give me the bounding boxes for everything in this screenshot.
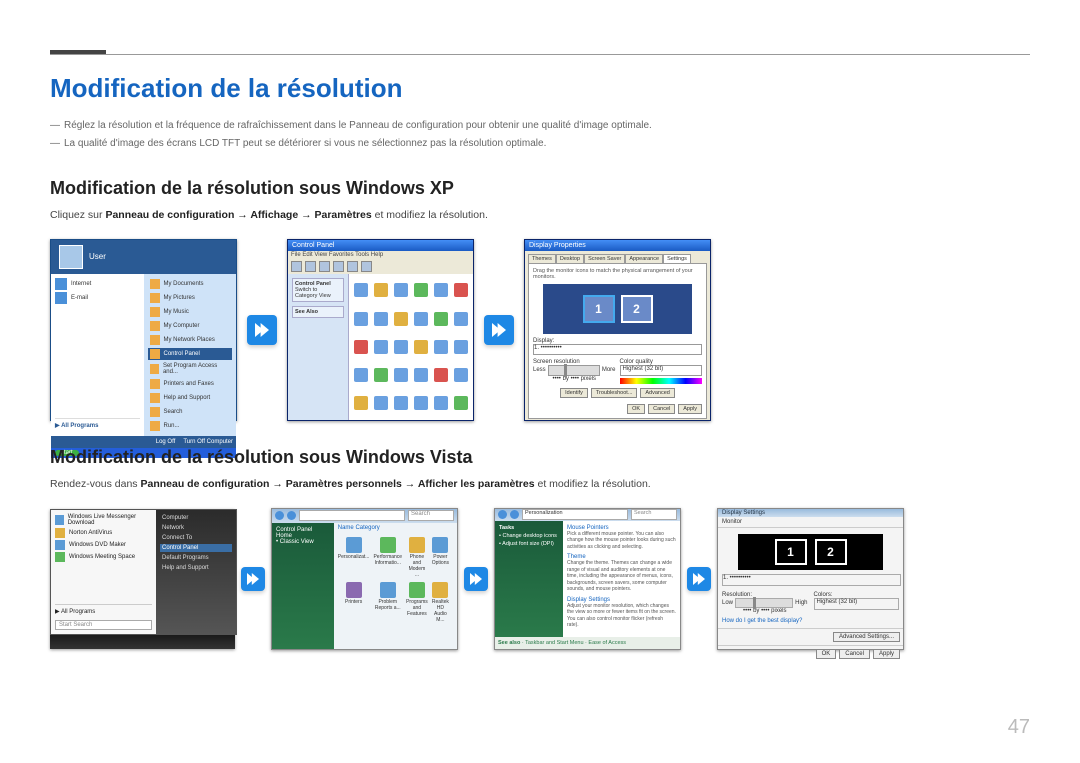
arrow-icon <box>484 315 514 345</box>
arrow-icon <box>687 567 711 591</box>
arrow-icon <box>247 315 277 345</box>
vista-heading: Modification de la résolution sous Windo… <box>50 447 1030 468</box>
page-title: Modification de la résolution <box>50 73 1030 104</box>
note-2: ―La qualité d'image des écrans LCD TFT p… <box>50 136 1030 152</box>
vista-control-panel-screenshot: Search Control Panel Home • Classic View… <box>271 508 458 650</box>
vista-personalization-screenshot: Personalization Search Tasks • Change de… <box>494 508 681 650</box>
vista-instruction: Rendez-vous dans Panneau de configuratio… <box>50 476 1030 494</box>
vista-start-menu-screenshot: Windows Live Messenger Download Norton A… <box>50 509 235 649</box>
xp-heading: Modification de la résolution sous Windo… <box>50 178 1030 199</box>
arrow-icon <box>241 567 265 591</box>
xp-instruction: Cliquez sur Panneau de configuration → A… <box>50 207 1030 225</box>
xp-display-properties-screenshot: Display Properties Themes Desktop Screen… <box>524 239 711 421</box>
vista-screenshot-row: Windows Live Messenger Download Norton A… <box>50 508 1030 650</box>
arrow-icon <box>464 567 488 591</box>
divider <box>50 54 1030 55</box>
xp-control-panel-screenshot: Control Panel File Edit View Favorites T… <box>287 239 474 421</box>
xp-start-menu-screenshot: User Internet E-mail ▶ All Programs My D… <box>50 239 237 421</box>
page-number: 47 <box>1008 716 1030 739</box>
vista-display-settings-screenshot: Display Settings Monitor 12 1. •••••••••… <box>717 508 904 650</box>
xp-screenshot-row: User Internet E-mail ▶ All Programs My D… <box>50 239 1030 421</box>
note-1: ―Réglez la résolution et la fréquence de… <box>50 118 1030 134</box>
